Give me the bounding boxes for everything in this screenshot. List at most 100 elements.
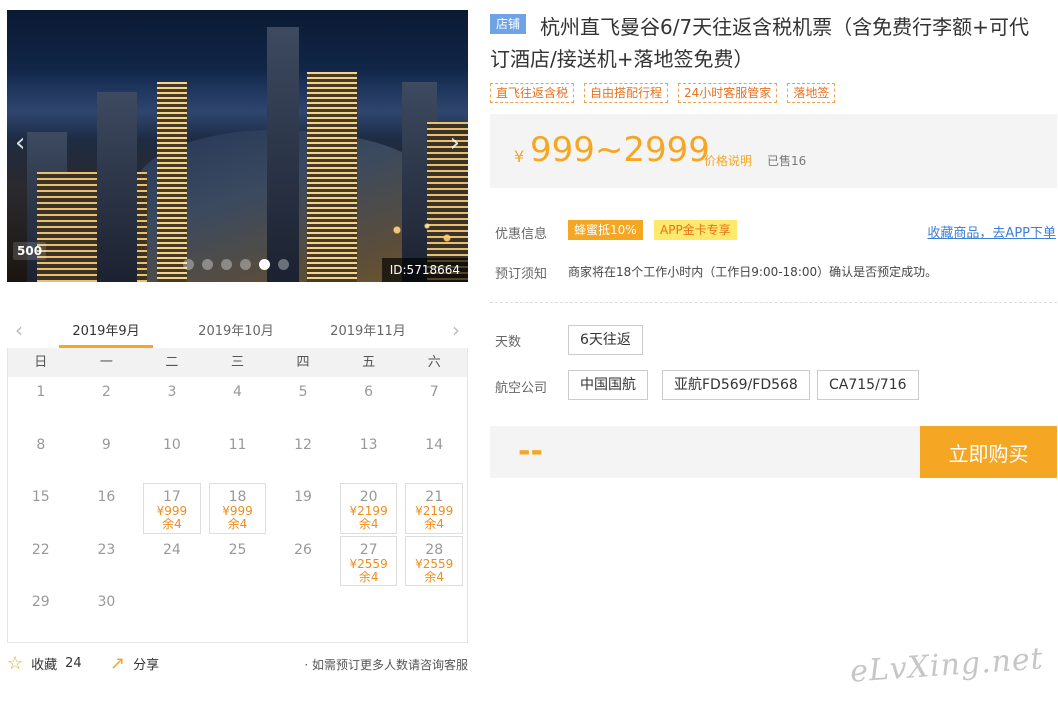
calendar-day-number: 29	[31, 594, 50, 610]
calendar-day[interactable]: 21 ¥2199 余4	[405, 483, 463, 534]
calendar-day: 29	[8, 587, 74, 640]
calendar-day: 7	[401, 377, 467, 430]
carousel-dot[interactable]	[240, 259, 251, 270]
calendar-weekday-header: 日一二三四五六	[8, 348, 467, 377]
action-bar: ☆ 收藏 24 ↗ 分享 · 如需预订更多人数请咨询客服	[7, 654, 468, 676]
calendar-day: 22	[8, 535, 74, 588]
carousel-dot[interactable]	[278, 259, 289, 270]
calendar-day: 16	[74, 482, 140, 535]
calendar-day[interactable]: 27 ¥2559 余4	[339, 535, 398, 586]
tab-month-3[interactable]: 2019年11月	[321, 320, 415, 339]
calendar-day: 24	[139, 535, 205, 588]
calendar-day-number: 14	[425, 436, 444, 453]
days-option[interactable]: 6天往返	[568, 325, 643, 355]
calendar-day-number: 3	[167, 384, 177, 400]
favorite-button[interactable]: ☆ 收藏 24	[7, 654, 82, 673]
calendar-day-number: 21	[425, 489, 444, 505]
chevron-left-icon[interactable]: ‹	[15, 318, 23, 342]
calendar-day-number: 17	[163, 489, 181, 505]
tab-month-1[interactable]: 2019年9月	[59, 320, 153, 348]
calendar-day-number: 13	[359, 436, 378, 453]
calendar-day-number: 2	[101, 384, 111, 400]
calendar-day: 6	[336, 377, 402, 430]
calendar-day-number: 9	[101, 436, 111, 453]
weekday-label: 五	[362, 355, 376, 370]
calendar-day-number: 10	[163, 436, 181, 453]
calendar-day: 2	[74, 377, 140, 430]
favorite-count: 24	[65, 656, 82, 671]
calendar-day: 5	[270, 377, 336, 430]
feature-tag: 落地签	[787, 83, 836, 103]
calendar-day: 1	[8, 377, 74, 430]
calendar-day[interactable]: 17 ¥999 余4	[143, 483, 201, 534]
calendar-day: 11	[205, 430, 271, 483]
calendar-day-number: 22	[31, 541, 50, 558]
buy-row: -- 立即购买	[490, 426, 1057, 478]
app-order-link[interactable]: 收藏商品，去APP下单	[927, 222, 1056, 241]
calendar-day-number: 25	[228, 541, 247, 558]
calendar-day-number: 18	[228, 489, 247, 505]
calendar-day[interactable]: 18 ¥999 余4	[208, 483, 267, 534]
calendar-day-number: 27	[359, 541, 378, 558]
chevron-right-icon[interactable]: ›	[450, 130, 460, 156]
promo-label: 优惠信息	[495, 227, 548, 242]
airline-option-air-china[interactable]: 中国国航	[568, 370, 648, 400]
weekday-label: 三	[230, 355, 244, 370]
product-photo-carousel[interactable]: ‹ › 500 ID:5718664	[7, 10, 468, 282]
star-icon: ☆	[7, 652, 24, 674]
chevron-right-icon[interactable]: ›	[452, 318, 460, 342]
calendar-day: 30	[74, 587, 140, 640]
calendar-day: 10	[139, 430, 205, 483]
airline-option-ca715[interactable]: CA715/716	[817, 370, 919, 400]
carousel-dot[interactable]	[202, 259, 213, 270]
calendar-day-number: 5	[298, 384, 308, 400]
calendar-day-number: 24	[163, 541, 181, 558]
carousel-dots	[183, 259, 289, 270]
notice-label: 预订须知	[495, 267, 548, 282]
carousel-dot[interactable]	[259, 259, 270, 270]
tab-month-2[interactable]: 2019年10月	[189, 320, 283, 339]
weekday-label: 日	[34, 355, 48, 370]
calendar-day-number: 28	[425, 541, 444, 558]
carousel-dot[interactable]	[183, 259, 194, 270]
share-label: 分享	[133, 658, 160, 673]
calendar-day-number: 26	[294, 541, 312, 558]
price-explain-link[interactable]: 价格说明	[704, 152, 752, 169]
calendar-day-number: 23	[97, 541, 116, 558]
photo-building	[157, 82, 187, 282]
calendar-day-number: 30	[97, 594, 116, 610]
calendar-day: 25	[205, 535, 271, 588]
weekday-label: 六	[427, 355, 441, 370]
calendar-month-tabs: ‹ 2019年9月 2019年10月 2019年11月 ›	[7, 312, 468, 348]
calendar-day[interactable]: 20 ¥2199 余4	[339, 483, 398, 534]
photo-logo: 500	[13, 242, 47, 260]
contact-note: · 如需预订更多人数请咨询客服	[304, 658, 468, 672]
calendar-day: 13	[336, 430, 402, 483]
feature-tag: 24小时客服管家	[678, 83, 778, 103]
promo-badge-app: APP金卡专享	[654, 220, 737, 240]
calendar-day-number: 1	[36, 384, 46, 400]
shop-badge: 店铺	[490, 14, 527, 34]
chevron-left-icon[interactable]: ‹	[15, 130, 25, 156]
weekday-label: 四	[296, 355, 310, 370]
share-button[interactable]: ↗ 分享	[110, 654, 159, 673]
carousel-dot[interactable]	[221, 259, 232, 270]
calendar-day: 9	[74, 430, 140, 483]
feature-tags: 直飞往返含税 自由搭配行程 24小时客服管家 落地签	[490, 83, 836, 103]
calendar-day[interactable]: 28 ¥2559 余4	[405, 535, 463, 586]
price-box: ¥ 999~2999 价格说明 已售16	[490, 114, 1057, 188]
calendar-day: 3	[139, 377, 205, 430]
calendar-day-stock: 余4	[424, 569, 445, 584]
weekday-label: 二	[165, 355, 179, 370]
calendar-day-price: ¥2559	[349, 556, 388, 571]
calendar-day: 15	[8, 482, 74, 535]
calendar-day-number: 20	[359, 489, 378, 505]
buy-now-button[interactable]: 立即购买	[920, 426, 1057, 478]
calendar-grid: 1 2 3 4 5 6 7 8 9 10 11 12 13 14 15 16 17 ¥999 余4 18 ¥999 余4 1…	[8, 377, 467, 640]
calendar-day: 8	[8, 430, 74, 483]
calendar-day-stock: 余4	[162, 517, 182, 531]
airline-option-airasia[interactable]: 亚航FD569/FD568	[662, 370, 810, 400]
calendar-day: 23	[74, 535, 140, 588]
notice-text: 商家将在18个工作小时内（工作日9:00-18:00）确认是否预定成功。	[568, 265, 938, 279]
calendar-day-number: 12	[294, 436, 312, 453]
